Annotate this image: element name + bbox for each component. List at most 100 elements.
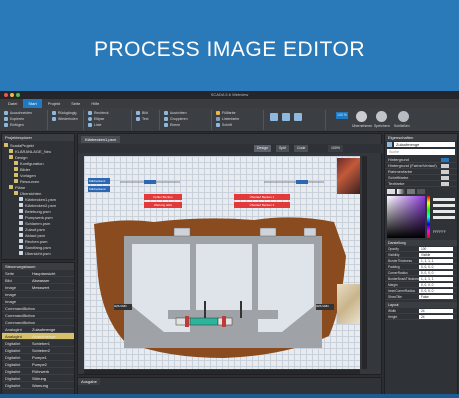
property-value-field[interactable]: 0, 0, 0, 0 (419, 282, 453, 287)
preview-icon[interactable] (294, 113, 302, 121)
green-channel[interactable] (433, 204, 455, 207)
property-value-field[interactable]: 1, 1, 1, 1 (419, 276, 453, 281)
control-type: Analoglnt (5, 326, 22, 332)
brush-row[interactable]: Textfarbe (385, 181, 457, 187)
property-value-field[interactable]: 24 (419, 308, 453, 313)
file-icon (19, 203, 23, 207)
zoom-selector[interactable]: 100 % (336, 112, 348, 119)
font-button[interactable]: Schrift (222, 123, 232, 127)
align-button[interactable]: Ausrichten (170, 111, 187, 115)
property-name: BorderThickness (388, 258, 412, 263)
alpha-channel[interactable] (433, 216, 455, 219)
no-brush-icon[interactable] (417, 189, 425, 194)
paste-button[interactable]: Einfügen (10, 123, 24, 127)
redo-button[interactable]: Wiederholen (58, 117, 78, 121)
line-color-button[interactable]: Linienfarbe (222, 117, 239, 121)
vertical-scrollbar[interactable] (362, 156, 367, 369)
alarm-button-3[interactable]: Überlauf Becken 1 (234, 194, 290, 200)
control-tree-row[interactable]: Digitallnt Rührwerk (2, 368, 74, 375)
horizontal-scrollbar[interactable] (84, 370, 360, 374)
basin2-button[interactable]: Klärbecken2 (88, 186, 110, 192)
code-view-button[interactable]: Code (294, 145, 309, 152)
control-tree-row[interactable]: CommandButton (2, 319, 74, 326)
control-tree-row[interactable]: Digitallnt Schieber2 (2, 347, 74, 354)
control-tree-row[interactable]: Digitallnt Pumpe1 (2, 354, 74, 361)
line-button[interactable]: Linie (94, 123, 101, 127)
fill-color-button[interactable]: Füllfarbe (222, 111, 236, 115)
document-tab[interactable]: Klärbecken1.psm (81, 136, 120, 143)
tab-start[interactable]: Start (23, 99, 42, 108)
copy-button[interactable]: Kopieren (10, 117, 24, 121)
property-value-field[interactable]: False (419, 294, 453, 299)
property-value-field[interactable]: Visible (419, 252, 453, 257)
property-value-field[interactable]: 0, 0, 0, 0 (419, 288, 453, 293)
split-view-button[interactable]: Split (276, 145, 289, 152)
image-brush-icon[interactable] (407, 189, 415, 194)
alarm-button-1[interactable]: Fehler Becken (144, 194, 182, 200)
ellipse-button[interactable]: Ellipse (94, 117, 104, 121)
save-icon[interactable] (376, 111, 387, 122)
element-name-field[interactable]: Zulaufmenge (394, 142, 455, 147)
property-value-field[interactable]: 100 (419, 246, 453, 251)
property-value-field[interactable]: 24 (419, 314, 453, 319)
color-saturation-area[interactable] (387, 196, 425, 238)
control-tree-row[interactable]: Analoglnt Ablaufmenge (2, 333, 74, 340)
property-name: Margin (388, 282, 398, 287)
control-tree-row[interactable]: Image Messwert (2, 284, 74, 291)
solid-brush-icon[interactable] (387, 189, 395, 194)
basin1-button[interactable]: Klärbecken1 (88, 178, 110, 184)
control-tree-row[interactable]: Digitallnt Schieber1 (2, 340, 74, 347)
control-tree-row[interactable]: Digitallnt Pumpe2 (2, 361, 74, 368)
image-button[interactable]: Bild (142, 111, 148, 115)
alarm-button-4[interactable]: Überlauf Becken 2 (234, 202, 290, 208)
alarm-button-2[interactable]: Wartung aktiv (144, 202, 182, 208)
tab-hilfe[interactable]: Hilfe (86, 99, 104, 108)
control-tree-row[interactable]: CommandButton (2, 305, 74, 312)
output-tab[interactable]: Ausgabe (78, 378, 100, 385)
blue-channel[interactable] (433, 210, 455, 213)
design-view-button[interactable]: Design (254, 145, 271, 152)
control-type: Bild (5, 277, 12, 283)
process-canvas[interactable]: Klärbecken1 Klärbecken2 Fehler Becken Wa… (84, 156, 360, 369)
text-button[interactable]: Text (142, 117, 148, 121)
properties-panel: Eigenschaften Zulaufmenge Suche Hintergr… (384, 133, 458, 395)
tab-seite[interactable]: Seite (66, 99, 85, 108)
close-editor-icon[interactable] (398, 111, 409, 122)
property-value-field[interactable]: 0, 0, 0, 0 (419, 270, 453, 275)
apply-icon[interactable] (356, 111, 367, 122)
control-tree-row[interactable]: CommandButton (2, 312, 74, 319)
hex-value[interactable]: FFFFFF (433, 230, 446, 234)
control-tree-row[interactable]: Bild Abwasser (2, 277, 74, 284)
tab-projekt[interactable]: Projekt (43, 99, 65, 108)
tree-item[interactable]: Übersicht.psm (2, 250, 74, 256)
undo-button[interactable]: Rückgängig (58, 111, 76, 115)
gradient-brush-icon[interactable] (397, 189, 405, 194)
rectangle-button[interactable]: Rechteck (94, 111, 109, 115)
hue-slider[interactable] (427, 196, 430, 238)
snap-icon[interactable] (282, 113, 290, 121)
brush-list: Hintergrund Hintergrund (Farbe/Verlauf) Ra… (385, 157, 457, 187)
level-label-right: AMS-SN84 (316, 305, 329, 308)
group-button[interactable]: Gruppieren (170, 117, 188, 121)
property-search-input[interactable]: Suche (387, 149, 455, 155)
control-tree-row[interactable]: Digitallnt Warnung (2, 382, 74, 389)
process-diagram (94, 180, 346, 358)
control-tree-row[interactable]: Seite Hauptansicht (2, 270, 74, 277)
property-value-field[interactable]: 1, 1, 1, 1 (419, 258, 453, 263)
property-name: InnerCornerRadius (388, 288, 415, 293)
cut-button[interactable]: Ausschneiden (10, 111, 32, 115)
editor-zoom[interactable]: 100% (328, 145, 343, 152)
control-tree-row[interactable]: Analoglnt Zulaufmenge (2, 326, 74, 333)
layout-properties: Width 24 Height 24 (385, 308, 457, 320)
tree-item-label: Zulauf.psm (25, 226, 45, 232)
control-tree-row[interactable]: Image (2, 291, 74, 298)
red-channel[interactable] (433, 198, 455, 201)
status-bar (0, 394, 459, 398)
tab-datei[interactable]: Datei (3, 99, 22, 108)
control-tree-row[interactable]: Digitallnt Störung (2, 375, 74, 382)
property-value-field[interactable]: 0, 0, 0, 0 (419, 264, 453, 269)
grid-icon[interactable] (270, 113, 278, 121)
map-thumbnail (337, 284, 360, 324)
layer-button[interactable]: Ebene (170, 123, 180, 127)
control-tree-row[interactable]: Image (2, 298, 74, 305)
